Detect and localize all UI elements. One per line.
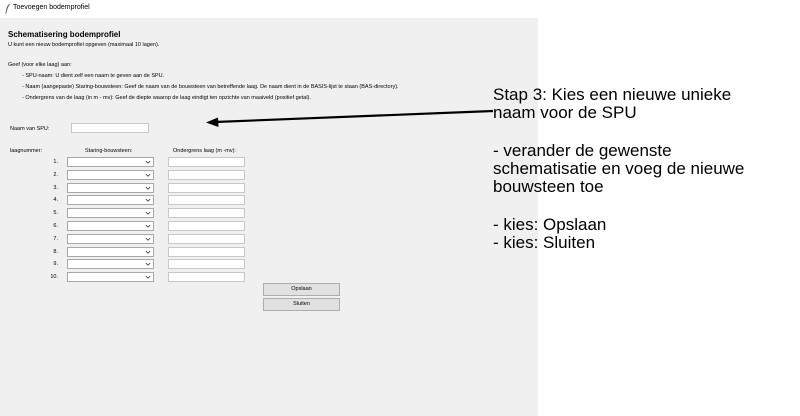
- save-button[interactable]: Opslaan: [263, 283, 340, 296]
- layer-number: 4.: [53, 197, 58, 203]
- lower-boundary-input[interactable]: [168, 272, 245, 282]
- chevron-down-icon[interactable]: [145, 210, 151, 216]
- building-block-select[interactable]: [67, 170, 154, 180]
- building-block-select[interactable]: [67, 157, 154, 167]
- lower-boundary-input[interactable]: [168, 208, 245, 218]
- building-block-select[interactable]: [67, 272, 154, 282]
- layer-number: 7.: [53, 236, 58, 242]
- lower-boundary-input[interactable]: [168, 183, 245, 193]
- dialog-window: Toevoegen bodemprofiel Schematisering bo…: [0, 0, 538, 416]
- layer-number: 2.: [53, 172, 58, 178]
- layer-number: 1.: [53, 159, 58, 165]
- spu-name-input[interactable]: [71, 123, 149, 133]
- page-title: Schematisering bodemprofiel: [8, 30, 121, 39]
- layer-number: 10.: [50, 274, 58, 280]
- lower-boundary-input[interactable]: [168, 259, 245, 269]
- annotation-line: Stap 3: Kies een nieuwe unieke: [493, 85, 732, 104]
- lower-boundary-input[interactable]: [168, 157, 245, 167]
- annotation-line: bouwsteen toe: [493, 177, 604, 196]
- chevron-down-icon[interactable]: [145, 249, 151, 255]
- lower-boundary-input[interactable]: [168, 170, 245, 180]
- chevron-down-icon[interactable]: [145, 197, 151, 203]
- close-button[interactable]: Sluiten: [263, 298, 340, 311]
- lower-boundary-input[interactable]: [168, 234, 245, 244]
- building-block-select[interactable]: [67, 259, 154, 269]
- layer-number: 6.: [53, 223, 58, 229]
- building-block-select[interactable]: [67, 221, 154, 231]
- building-block-select[interactable]: [67, 208, 154, 218]
- chevron-down-icon[interactable]: [145, 159, 151, 165]
- annotation-line: - verander de gewenste: [493, 141, 672, 160]
- building-block-select[interactable]: [67, 183, 154, 193]
- layer-number: 5.: [53, 210, 58, 216]
- instruction-lower-boundary: - Ondergrens van de laag (in m - mv): Ge…: [22, 95, 311, 101]
- building-block-select[interactable]: [67, 247, 154, 257]
- annotation-line: - kies: Sluiten: [493, 233, 596, 252]
- lower-boundary-input[interactable]: [168, 247, 245, 257]
- layer-number: 3.: [53, 185, 58, 191]
- column-header-lower-boundary: Ondergrens laag (m -mv):: [173, 148, 236, 154]
- annotation-arrow: [206, 109, 494, 127]
- instruction-spu-name: - SPU-naam: U dient zelf een naam te gev…: [22, 73, 165, 79]
- building-block-select[interactable]: [67, 195, 154, 205]
- chevron-down-icon[interactable]: [145, 172, 151, 178]
- subtitle: U kunt een nieuw bodemprofiel opgeven (m…: [8, 42, 160, 48]
- chevron-down-icon[interactable]: [145, 274, 151, 280]
- layer-number: 9.: [53, 261, 58, 267]
- chevron-down-icon[interactable]: [145, 223, 151, 229]
- annotation-line: schematisatie en voeg de nieuwe: [493, 159, 745, 178]
- chevron-down-icon[interactable]: [145, 236, 151, 242]
- building-block-select[interactable]: [67, 234, 154, 244]
- chevron-down-icon[interactable]: [145, 261, 151, 267]
- annotation-line: - kies: Opslaan: [493, 215, 607, 234]
- spu-name-label: Naam van SPU:: [10, 126, 50, 132]
- annotation-line: naam voor de SPU: [493, 103, 637, 122]
- window-title: Toevoegen bodemprofiel: [13, 4, 90, 11]
- title-bar: Toevoegen bodemprofiel: [0, 0, 538, 18]
- chevron-down-icon[interactable]: [145, 185, 151, 191]
- instruction-building-block: - Naam (aangepaste) Staring-bouwsteen: G…: [22, 84, 399, 90]
- column-header-building-block: Staring-bouwsteen:: [85, 148, 133, 154]
- lower-boundary-input[interactable]: [168, 221, 245, 231]
- lower-boundary-input[interactable]: [168, 195, 245, 205]
- instructions-header: Geef (voor elke laag) aan:: [8, 62, 72, 68]
- feather-icon: [5, 3, 11, 14]
- column-header-layer-number: laagnummer:: [10, 148, 43, 154]
- layer-number: 8.: [53, 249, 58, 255]
